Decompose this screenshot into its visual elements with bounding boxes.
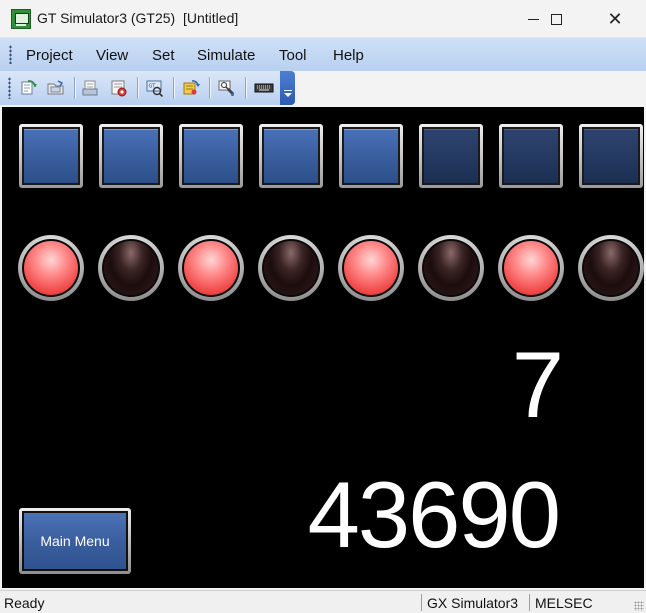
switch-1[interactable] <box>19 124 83 188</box>
switch-4[interactable] <box>259 124 323 188</box>
keyboard-button[interactable] <box>254 79 274 97</box>
refresh-device-icon <box>183 80 200 95</box>
numeric-display-1: 7 <box>511 332 564 437</box>
lamp-4 <box>258 235 324 301</box>
lamp-6 <box>418 235 484 301</box>
screen-capture-icon: GT <box>146 80 164 98</box>
toolbar-separator <box>137 77 138 99</box>
print-button[interactable] <box>82 79 100 97</box>
status-bar: Ready GX Simulator3 MELSEC <box>0 590 646 613</box>
open-project-button[interactable] <box>47 79 65 97</box>
switch-7[interactable] <box>499 124 563 188</box>
switch-3[interactable] <box>179 124 243 188</box>
lamp-3 <box>178 235 244 301</box>
open-project-icon <box>47 80 64 95</box>
toolbar-grip[interactable] <box>8 77 11 99</box>
touch-test-icon <box>218 80 234 96</box>
window-title: GT Simulator3 (GT25) [Untitled] <box>37 10 239 26</box>
toolbar-separator <box>173 77 174 99</box>
lamp-7 <box>498 235 564 301</box>
maximize-icon <box>550 13 562 25</box>
lamp-2 <box>98 235 164 301</box>
menu-set[interactable]: Set <box>152 47 175 64</box>
numeric-display-2: 43690 <box>307 462 561 567</box>
hmi-screen: 7 43690 Main Menu <box>2 107 644 588</box>
keyboard-icon <box>254 83 274 93</box>
start-simulation-button[interactable] <box>19 79 37 97</box>
lamp-5 <box>338 235 404 301</box>
toolbar-empty-area <box>295 71 646 105</box>
status-ready: Ready <box>4 595 45 611</box>
menu-tool[interactable]: Tool <box>279 47 307 64</box>
status-protocol: MELSEC <box>535 595 593 611</box>
lamp-8 <box>578 235 644 301</box>
device-monitor-button[interactable] <box>110 79 128 97</box>
resize-grip-icon[interactable] <box>634 601 644 611</box>
screen-capture-button[interactable]: GT <box>146 79 164 98</box>
switch-5[interactable] <box>339 124 403 188</box>
toolbar-separator <box>209 77 210 99</box>
status-plc: GX Simulator3 <box>427 595 519 611</box>
menu-bar: Project View Set Simulate Tool Help <box>0 38 646 71</box>
lamp-1 <box>18 235 84 301</box>
menu-view[interactable]: View <box>96 47 128 64</box>
maximize-button[interactable] <box>533 0 579 38</box>
toolbar-separator <box>245 77 246 99</box>
status-separator <box>529 594 530 611</box>
print-icon <box>82 80 98 96</box>
switch-6[interactable] <box>419 124 483 188</box>
menu-bar-grip[interactable] <box>9 45 12 64</box>
start-simulation-icon <box>21 80 37 95</box>
close-icon: ✕ <box>607 8 623 29</box>
title-bar: GT Simulator3 (GT25) [Untitled] ✕ <box>0 0 646 38</box>
toolbar-overflow-button[interactable] <box>280 71 295 105</box>
switch-8[interactable] <box>579 124 643 188</box>
main-menu-label: Main Menu <box>24 513 126 569</box>
menu-project[interactable]: Project <box>26 47 73 64</box>
toolbar: GT <box>0 71 295 105</box>
refresh-device-button[interactable] <box>182 79 200 97</box>
menu-help[interactable]: Help <box>333 47 364 64</box>
close-button[interactable]: ✕ <box>592 0 638 38</box>
touch-test-button[interactable] <box>218 79 236 97</box>
device-monitor-icon <box>111 80 127 97</box>
status-separator <box>421 594 422 611</box>
menu-simulate[interactable]: Simulate <box>197 47 255 64</box>
gt-simulator-app-icon[interactable] <box>11 9 31 29</box>
toolbar-separator <box>74 77 75 99</box>
switch-2[interactable] <box>99 124 163 188</box>
main-menu-button[interactable]: Main Menu <box>19 508 131 574</box>
